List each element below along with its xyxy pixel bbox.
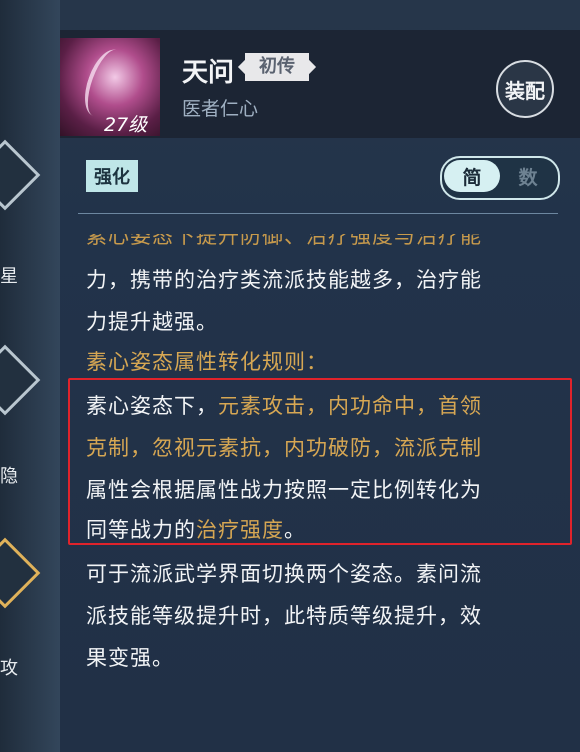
view-toggle[interactable]: 简 数 — [440, 156, 560, 200]
divider — [78, 213, 558, 214]
left-nav-item[interactable]: 攻 — [0, 654, 18, 680]
desc-line: 力提升越强。 — [86, 310, 218, 334]
equip-button[interactable]: 装配 — [496, 60, 554, 118]
toggle-simple[interactable]: 简 — [444, 160, 500, 192]
skill-name: 天问 — [182, 58, 235, 88]
left-nav-item[interactable]: 星 — [0, 262, 18, 288]
toggle-numeric[interactable]: 数 — [502, 160, 554, 192]
left-nav-item[interactable]: 隐 — [0, 462, 18, 488]
skill-level: 27级 — [104, 114, 148, 136]
rules-heading: 素心姿态属性转化规则： — [86, 350, 328, 374]
highlight-box — [68, 378, 572, 545]
desc-line: 果变强。 — [86, 646, 174, 670]
desc-line: 派技能等级提升时，此特质等级提升，效 — [86, 604, 482, 628]
desc-line: 可于流派武学界面切换两个姿态。素问流 — [86, 562, 482, 586]
desc-line: 力，携带的治疗类流派技能越多，治疗能 — [86, 268, 482, 292]
enhance-tab[interactable]: 强化 — [86, 160, 138, 192]
skill-subtitle: 医者仁心 — [182, 98, 259, 120]
rank-badge: 初传 — [245, 53, 309, 81]
